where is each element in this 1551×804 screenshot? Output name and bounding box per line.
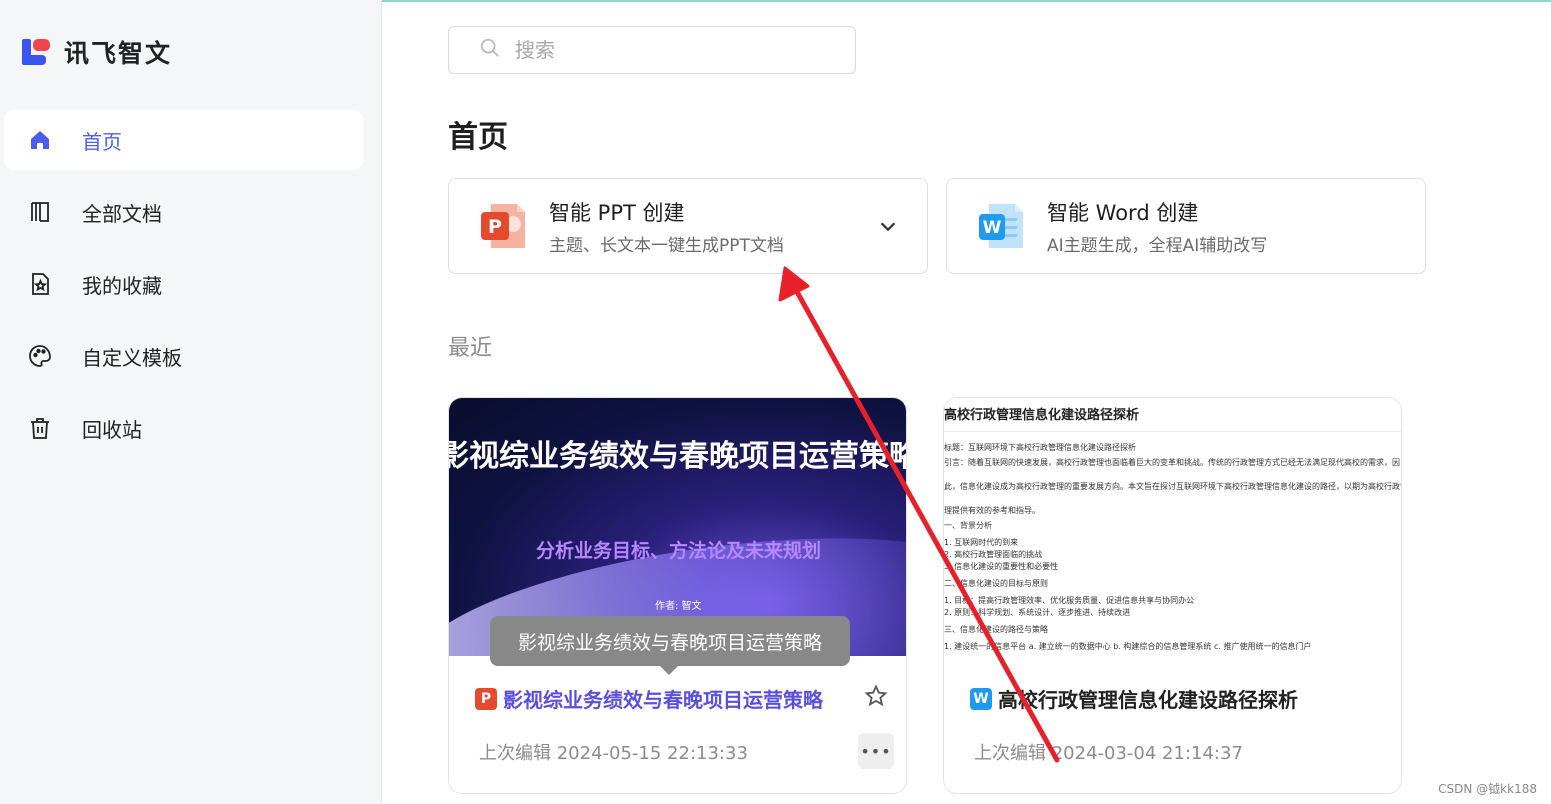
smart-word-create-card[interactable]: W 智能 Word 创建 AI主题生成，全程AI辅助改写 (946, 178, 1426, 274)
sidebar-item-label: 全部文档 (82, 201, 162, 226)
word-badge-icon: W (970, 687, 992, 710)
search-icon (479, 37, 501, 63)
thumbnail-line: 二、信息化建设的目标与原则 (944, 579, 1048, 588)
trash-icon (28, 416, 52, 440)
sidebar-item-label: 自定义模板 (82, 345, 182, 370)
card-title: 智能 PPT 创建 (549, 200, 685, 225)
sidebar-item-recycle-bin[interactable]: 回收站 (4, 398, 363, 458)
card-subtitle: AI主题生成，全程AI辅助改写 (1047, 235, 1268, 256)
search-box[interactable] (448, 26, 856, 74)
ppt-badge-icon: P (475, 687, 497, 710)
doc-card-ppt[interactable]: 影视综业务绩效与春晚项目运营策略 分析业务目标、方法论及未来规划 作者: 智文 … (448, 397, 907, 794)
doc-card-word[interactable]: 高校行政管理信息化建设路径探析 标题：互联网环境下高校行政管理信息化建设路径探析… (943, 397, 1402, 794)
folder-icon (28, 200, 52, 224)
thumbnail-title: 影视综业务绩效与春晚项目运营策略 (449, 439, 906, 474)
thumbnail-line: 三、信息化建设的路径与策略 (944, 625, 1048, 634)
doc-thumbnail[interactable]: 高校行政管理信息化建设路径探析 标题：互联网环境下高校行政管理信息化建设路径探析… (944, 398, 1401, 656)
doc-name[interactable]: 影视综业务绩效与春晚项目运营策略 (503, 684, 823, 713)
thumbnail-line: 3. 信息化建设的重要性和必要性 (944, 562, 1059, 571)
thumbnail-line: 标题：互联网环境下高校行政管理信息化建设路径探析 (944, 443, 1136, 452)
smart-ppt-create-card[interactable]: P 智能 PPT 创建 主题、长文本一键生成PPT文档 (448, 178, 928, 274)
thumbnail-line: 理提供有效的参考和指导。 (944, 506, 1040, 515)
sidebar-item-home[interactable]: 首页 (4, 110, 363, 170)
thumbnail-body: 标题：互联网环境下高校行政管理信息化建设路径探析引言：随着互联网的快速发展，高校… (944, 432, 1401, 653)
sidebar-item-all-docs[interactable]: 全部文档 (4, 182, 363, 242)
sidebar: 讯飞智文 首页 全部文档 我的收藏 自定义模板 回收站 (0, 0, 382, 804)
thumbnail-line: 1. 互联网时代的到来 (944, 538, 1019, 547)
recent-section-label: 最近 (448, 336, 493, 361)
thumbnail-title: 高校行政管理信息化建设路径探析 (944, 404, 1401, 432)
sidebar-nav: 首页 全部文档 我的收藏 自定义模板 回收站 (4, 110, 363, 470)
thumbnail-line: 一、背景分析 (944, 521, 992, 530)
thumbnail-subtitle: 分析业务目标、方法论及未来规划 (535, 540, 821, 562)
search-input[interactable] (515, 38, 835, 62)
sidebar-item-label: 我的收藏 (82, 273, 162, 298)
thumbnail-author: 作者: 智文 (655, 601, 702, 612)
thumbnail-line: 此，信息化建设成为高校行政管理的重要发展方向。本文旨在探讨互联网环境下高校行政管… (944, 482, 1401, 491)
sidebar-item-label: 回收站 (82, 417, 142, 442)
home-icon (28, 128, 52, 152)
chevron-down-icon[interactable] (877, 215, 899, 237)
sidebar-item-label: 首页 (82, 129, 122, 154)
svg-text:W: W (983, 218, 1002, 238)
page-title: 首页 (448, 120, 508, 155)
star-doc-icon (28, 272, 52, 296)
thumbnail-line: 引言：随着互联网的快速发展，高校行政管理也面临着巨大的变革和挑战。传统的行政管理… (944, 458, 1400, 467)
logo-icon (22, 37, 52, 67)
palette-icon (28, 344, 52, 368)
thumbnail-line: 1. 建设统一的信息平台 a. 建立统一的数据中心 b. 构建综合的信息管理系统… (944, 642, 1312, 651)
doc-name[interactable]: 高校行政管理信息化建设路径探析 (998, 684, 1298, 713)
doc-name-tooltip: 影视综业务绩效与春晚项目运营策略 (490, 616, 850, 675)
ppt-icon: P (477, 200, 529, 252)
last-edited: 上次编辑 2024-03-04 21:14:37 (974, 743, 1243, 764)
last-edited: 上次编辑 2024-05-15 22:13:33 (479, 743, 748, 764)
svg-text:P: P (488, 216, 502, 238)
favorite-star-icon[interactable] (864, 684, 888, 708)
watermark: CSDN @钺kk188 (1438, 782, 1537, 796)
app-name: 讯飞智文 (64, 39, 173, 68)
sidebar-item-templates[interactable]: 自定义模板 (4, 326, 363, 386)
card-title: 智能 Word 创建 (1047, 200, 1199, 225)
thumbnail-line: 1. 目标：提高行政管理效率、优化服务质量、促进信息共享与协同办公 (944, 596, 1195, 605)
thumbnail-line: 2. 原则：科学规划、系统设计、逐步推进、持续改进 (944, 608, 1131, 617)
thumbnail-line: 2. 高校行政管理面临的挑战 (944, 550, 1043, 559)
word-icon: W (975, 200, 1027, 252)
sidebar-item-favorites[interactable]: 我的收藏 (4, 254, 363, 314)
app-logo[interactable]: 讯飞智文 (22, 34, 172, 70)
card-subtitle: 主题、长文本一键生成PPT文档 (549, 235, 784, 256)
more-options-button[interactable]: ••• (858, 733, 894, 769)
